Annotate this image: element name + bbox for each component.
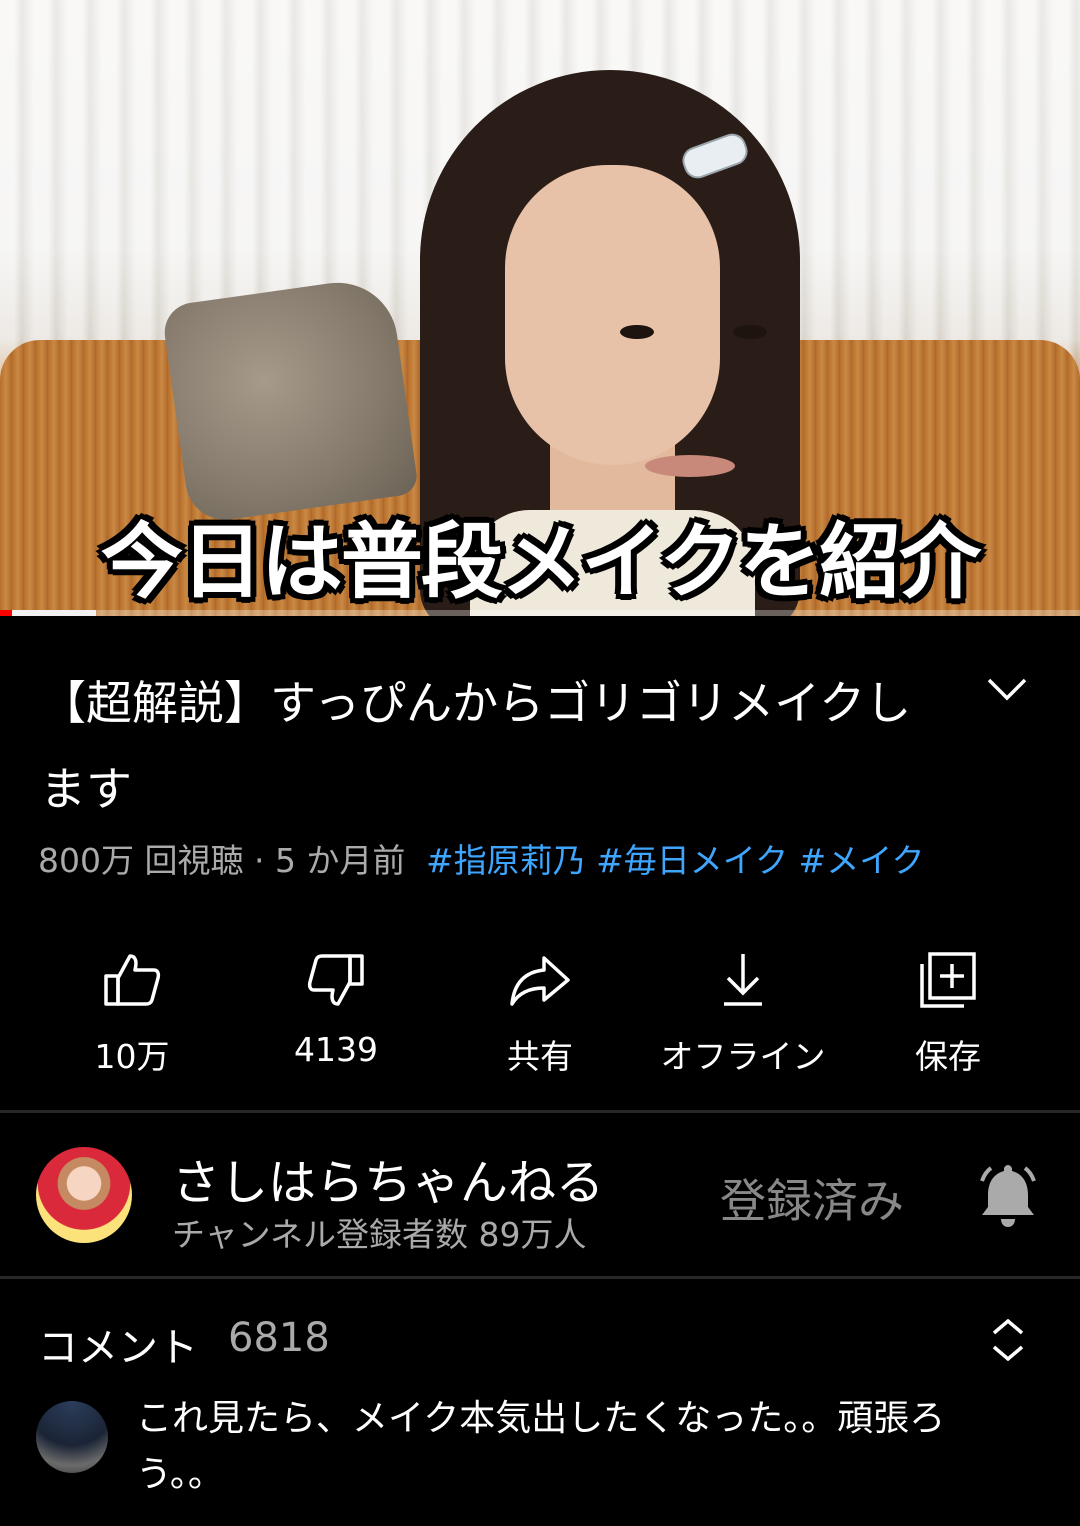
channel-row[interactable]: さしはらちゃんねる チャンネル登録者数 89万人 登録済み (0, 1113, 1080, 1276)
dislike-button[interactable]: 4139 (236, 940, 436, 1090)
share-button[interactable]: 共有 (440, 940, 640, 1090)
video-meta: 800万 回視聴 · 5 か月前 #指原莉乃 #毎日メイク #メイク (38, 834, 1048, 882)
save-label: 保存 (915, 1037, 981, 1076)
commenter-avatar[interactable] (36, 1401, 108, 1473)
offline-label: オフライン (660, 1037, 826, 1076)
top-comment-text: これ見たら、メイク本気出したくなった。。頑張ろう。。 (136, 1398, 946, 1495)
video-background-pillow (160, 275, 420, 525)
share-label: 共有 (507, 1037, 573, 1076)
chevron-down-icon[interactable] (984, 670, 1030, 710)
video-progress-bar[interactable] (0, 610, 1080, 616)
hashtags[interactable]: #指原莉乃 #毎日メイク #メイク (426, 841, 925, 880)
bell-icon[interactable] (976, 1161, 1040, 1229)
progress-buffered (12, 610, 96, 616)
video-player[interactable]: 今日は普段メイクを紹介 (0, 0, 1080, 616)
save-to-playlist-icon (848, 940, 1048, 1020)
comments-count: 6818 (228, 1315, 330, 1361)
save-button[interactable]: 保存 (848, 940, 1048, 1090)
like-button[interactable]: 10万 (32, 940, 232, 1090)
thumbs-down-icon (236, 940, 436, 1020)
download-icon (643, 940, 843, 1020)
action-bar: 10万 4139 共有 オフライン 保存 (0, 940, 1080, 1090)
progress-played-fill (0, 610, 12, 616)
thumbs-up-icon (32, 940, 232, 1020)
like-count: 10万 (94, 1037, 170, 1076)
subscriber-count: チャンネル登録者数 89万人 (172, 1215, 587, 1254)
sort-icon[interactable] (988, 1315, 1028, 1365)
channel-avatar[interactable] (36, 1147, 132, 1243)
share-icon (440, 940, 640, 1020)
channel-name[interactable]: さしはらちゃんねる (172, 1143, 604, 1213)
offline-button[interactable]: オフライン (643, 940, 843, 1090)
video-title: 【超解説】すっぴんからゴリゴリメイクします (40, 676, 912, 816)
subscribed-button[interactable]: 登録済み (720, 1165, 904, 1231)
comments-label: コメント (38, 1325, 198, 1371)
view-count: 800万 回視聴 · 5 か月前 (38, 841, 406, 880)
video-caption: 今日は普段メイクを紹介 (100, 515, 981, 610)
dislike-count: 4139 (294, 1030, 378, 1069)
comments-section[interactable]: コメント 6818 これ見たら、メイク本気出したくなった。。頑張ろう。。 (0, 1279, 1080, 1526)
